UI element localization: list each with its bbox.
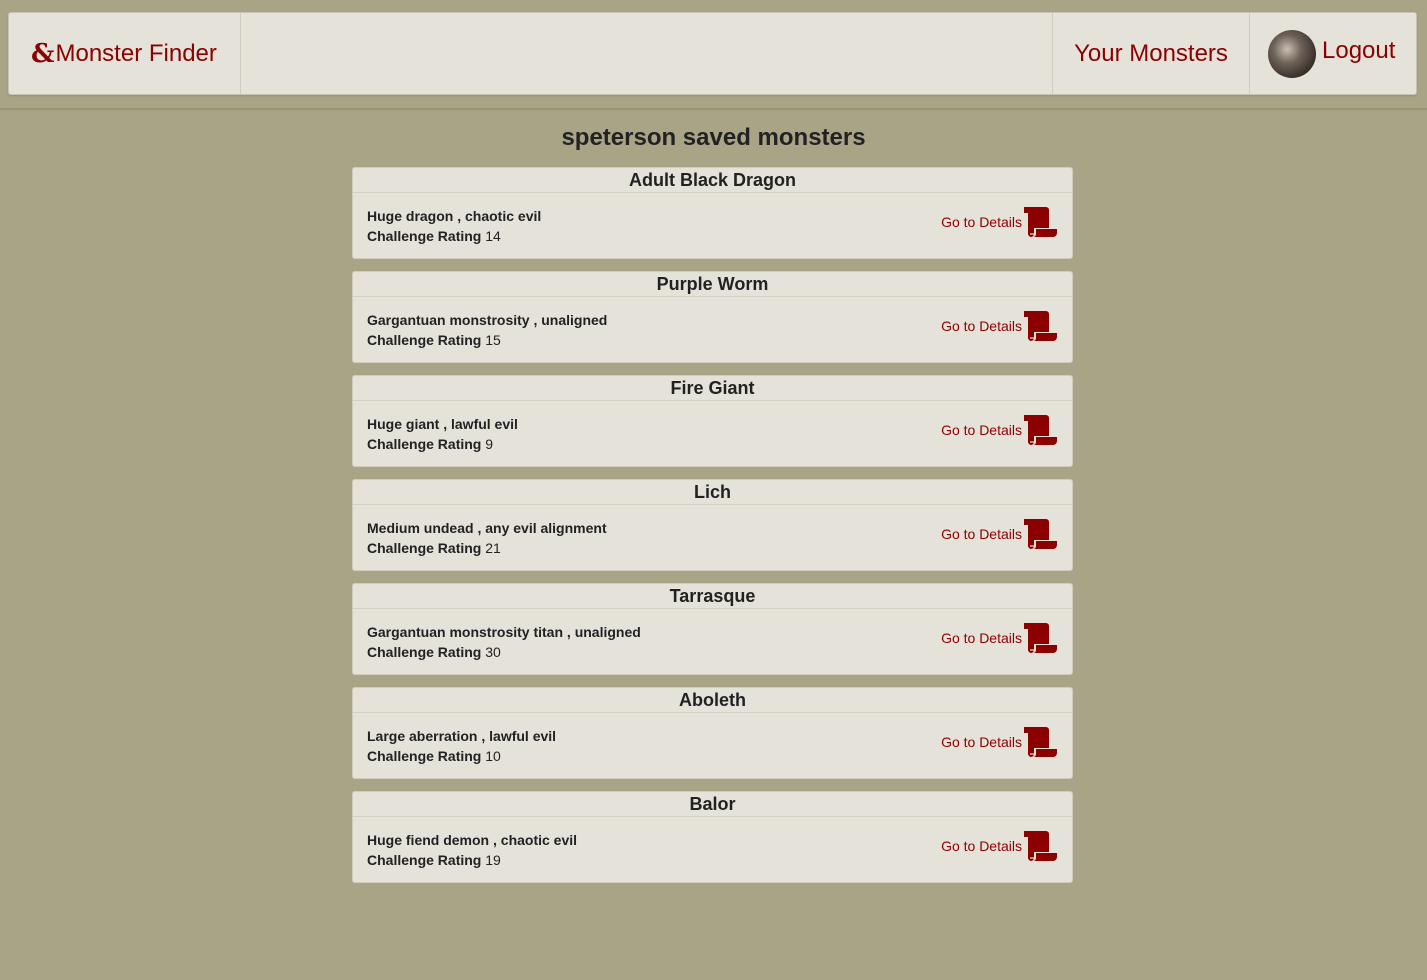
challenge-rating-label: Challenge Rating bbox=[367, 644, 482, 660]
challenge-rating: Challenge Rating 30 bbox=[367, 644, 501, 660]
go-to-details-label: Go to Details bbox=[941, 630, 1022, 646]
challenge-rating: Challenge Rating 19 bbox=[367, 852, 501, 868]
challenge-rating-value: 14 bbox=[485, 228, 501, 244]
brand-link[interactable]: & Monster Finder bbox=[9, 13, 241, 94]
monster-card-body: Huge dragon , chaotic evil Challenge Rati… bbox=[353, 193, 1072, 259]
scroll-icon bbox=[1022, 831, 1058, 861]
monster-type: Medium undead , any evil alignment bbox=[367, 520, 607, 536]
page-title: speterson saved monsters bbox=[561, 124, 866, 151]
go-to-details-label: Go to Details bbox=[941, 422, 1022, 438]
challenge-rating: Challenge Rating 14 bbox=[367, 228, 501, 244]
challenge-rating: Challenge Rating 9 bbox=[367, 436, 493, 452]
monster-card-body: Large aberration , lawful evil Challenge … bbox=[353, 713, 1072, 779]
monster-card-body: Gargantuan monstrosity , unaligned Challe… bbox=[353, 297, 1072, 363]
scroll-icon bbox=[1022, 519, 1058, 549]
go-to-details-link[interactable]: Go to Details bbox=[941, 207, 1058, 237]
challenge-rating-value: 10 bbox=[485, 748, 501, 764]
challenge-rating-value: 15 bbox=[485, 332, 501, 348]
challenge-rating: Challenge Rating 10 bbox=[367, 748, 501, 764]
go-to-details-label: Go to Details bbox=[941, 838, 1022, 854]
avatar bbox=[1268, 29, 1316, 78]
go-to-details-link[interactable]: Go to Details bbox=[941, 727, 1058, 757]
scroll-icon bbox=[1022, 415, 1058, 445]
challenge-rating-label: Challenge Rating bbox=[367, 748, 482, 764]
go-to-details-label: Go to Details bbox=[941, 318, 1022, 334]
monster-list: Adult Black Dragon Huge dragon , chaotic … bbox=[352, 167, 1073, 895]
monster-card: Purple Worm Gargantuan monstrosity , unal… bbox=[352, 271, 1073, 363]
monster-card-body: Huge giant , lawful evil Challenge Rating… bbox=[353, 401, 1072, 467]
logout-link[interactable]: Logout bbox=[1249, 13, 1417, 94]
challenge-rating-value: 9 bbox=[485, 436, 494, 452]
monster-card-body: Gargantuan monstrosity titan , unaligned… bbox=[353, 609, 1072, 675]
monster-card: Aboleth Large aberration , lawful evil Cha… bbox=[352, 687, 1073, 779]
monster-name: Fire Giant bbox=[353, 376, 1072, 401]
ampersand-dragon-icon: & bbox=[31, 38, 55, 69]
monster-type: Huge giant , lawful evil bbox=[367, 416, 518, 432]
go-to-details-label: Go to Details bbox=[941, 214, 1022, 230]
monster-name: Lich bbox=[353, 480, 1072, 505]
scroll-icon bbox=[1022, 207, 1058, 237]
scroll-icon bbox=[1022, 623, 1058, 653]
challenge-rating: Challenge Rating 15 bbox=[367, 332, 501, 348]
monster-card: Adult Black Dragon Huge dragon , chaotic … bbox=[352, 167, 1073, 259]
scroll-icon bbox=[1022, 727, 1058, 757]
monster-name: Tarrasque bbox=[353, 584, 1072, 609]
go-to-details-link[interactable]: Go to Details bbox=[941, 519, 1058, 549]
monster-card-body: Huge fiend demon , chaotic evil Challenge… bbox=[353, 817, 1072, 883]
monster-name: Purple Worm bbox=[353, 272, 1072, 297]
brand-label: Monster Finder bbox=[55, 39, 217, 67]
go-to-details-link[interactable]: Go to Details bbox=[941, 831, 1058, 861]
monster-name: Aboleth bbox=[353, 688, 1072, 713]
monster-card-body: Medium undead , any evil alignment Challe… bbox=[353, 505, 1072, 571]
challenge-rating-label: Challenge Rating bbox=[367, 852, 482, 868]
challenge-rating-label: Challenge Rating bbox=[367, 540, 482, 556]
monster-type: Huge dragon , chaotic evil bbox=[367, 208, 542, 224]
challenge-rating-label: Challenge Rating bbox=[367, 228, 482, 244]
monster-type: Huge fiend demon , chaotic evil bbox=[367, 832, 578, 848]
monster-card: Fire Giant Huge giant , lawful evil Challe… bbox=[352, 375, 1073, 467]
logout-label: Logout bbox=[1322, 36, 1396, 64]
go-to-details-link[interactable]: Go to Details bbox=[941, 415, 1058, 445]
challenge-rating: Challenge Rating 21 bbox=[367, 540, 501, 556]
top-navbar: & Monster Finder Your Monsters Logout bbox=[8, 12, 1417, 95]
monster-type: Gargantuan monstrosity titan , unaligned bbox=[367, 624, 641, 640]
monster-name: Balor bbox=[353, 792, 1072, 817]
monster-card: Balor Huge fiend demon , chaotic evil Chal… bbox=[352, 791, 1073, 883]
challenge-rating-label: Challenge Rating bbox=[367, 332, 482, 348]
challenge-rating-value: 19 bbox=[485, 852, 501, 868]
go-to-details-link[interactable]: Go to Details bbox=[941, 623, 1058, 653]
monster-card: Lich Medium undead , any evil alignment Ch… bbox=[352, 479, 1073, 571]
monster-type: Large aberration , lawful evil bbox=[367, 728, 557, 744]
monster-type: Gargantuan monstrosity , unaligned bbox=[367, 312, 608, 328]
monster-name: Adult Black Dragon bbox=[353, 168, 1072, 193]
nav-divider bbox=[0, 108, 1427, 110]
go-to-details-link[interactable]: Go to Details bbox=[941, 311, 1058, 341]
go-to-details-label: Go to Details bbox=[941, 526, 1022, 542]
your-monsters-link[interactable]: Your Monsters bbox=[1052, 13, 1249, 94]
monster-card: Tarrasque Gargantuan monstrosity titan , … bbox=[352, 583, 1073, 675]
challenge-rating-value: 21 bbox=[485, 540, 501, 556]
go-to-details-label: Go to Details bbox=[941, 734, 1022, 750]
challenge-rating-label: Challenge Rating bbox=[367, 436, 482, 452]
scroll-icon bbox=[1022, 311, 1058, 341]
challenge-rating-value: 30 bbox=[485, 644, 501, 660]
